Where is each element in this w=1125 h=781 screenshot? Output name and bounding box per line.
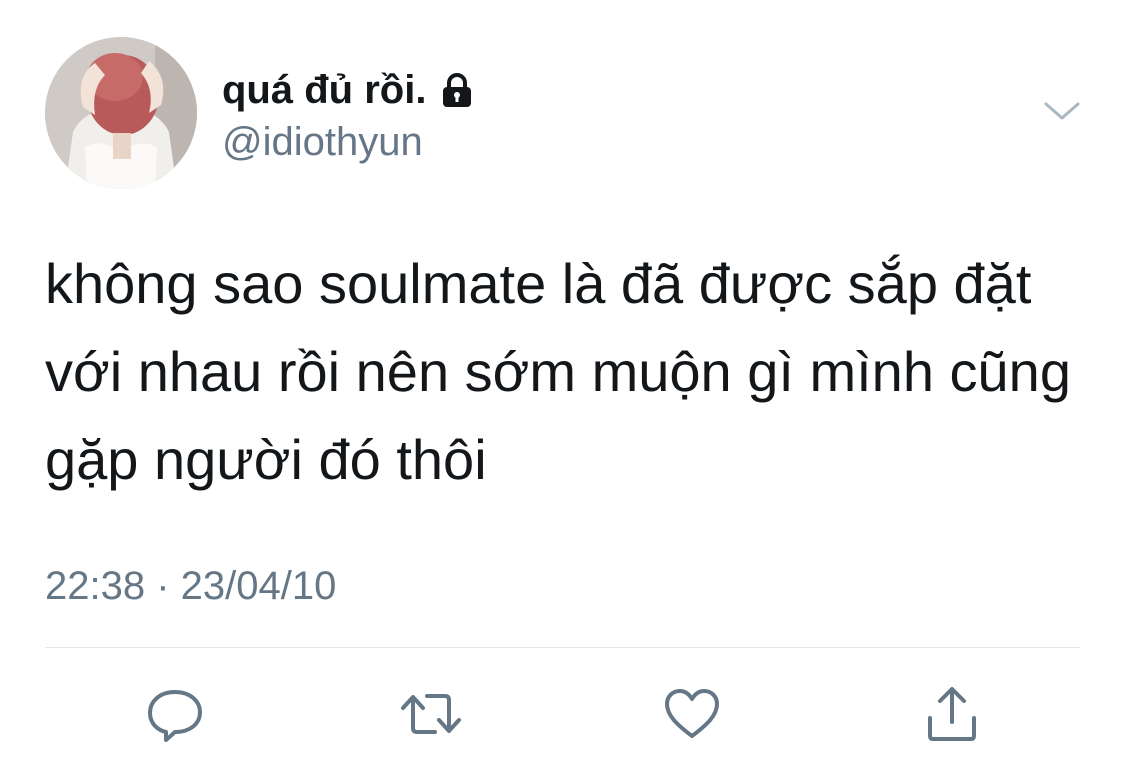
share-button[interactable] [920, 682, 984, 746]
retweet-button[interactable] [399, 682, 463, 746]
tweet-text: không sao soulmate là đã được sắp đặt vớ… [45, 252, 1071, 491]
avatar-image [45, 37, 197, 189]
timestamp[interactable]: 22:38 · 23/04/10 [45, 560, 336, 612]
retweet-icon [401, 694, 461, 734]
like-button[interactable] [660, 682, 724, 746]
divider [45, 647, 1080, 648]
chevron-down-icon[interactable] [1040, 96, 1084, 126]
user-handle[interactable]: @idiothyun [222, 120, 423, 164]
display-name[interactable]: quá đủ rồi. [222, 68, 476, 112]
share-icon [928, 687, 976, 741]
lock-icon [438, 71, 476, 109]
display-name-text[interactable]: quá đủ rồi. [222, 68, 426, 112]
speech-bubble-icon [148, 690, 202, 742]
avatar[interactable] [45, 37, 197, 189]
heart-icon [665, 689, 719, 738]
reply-button[interactable] [143, 682, 207, 746]
